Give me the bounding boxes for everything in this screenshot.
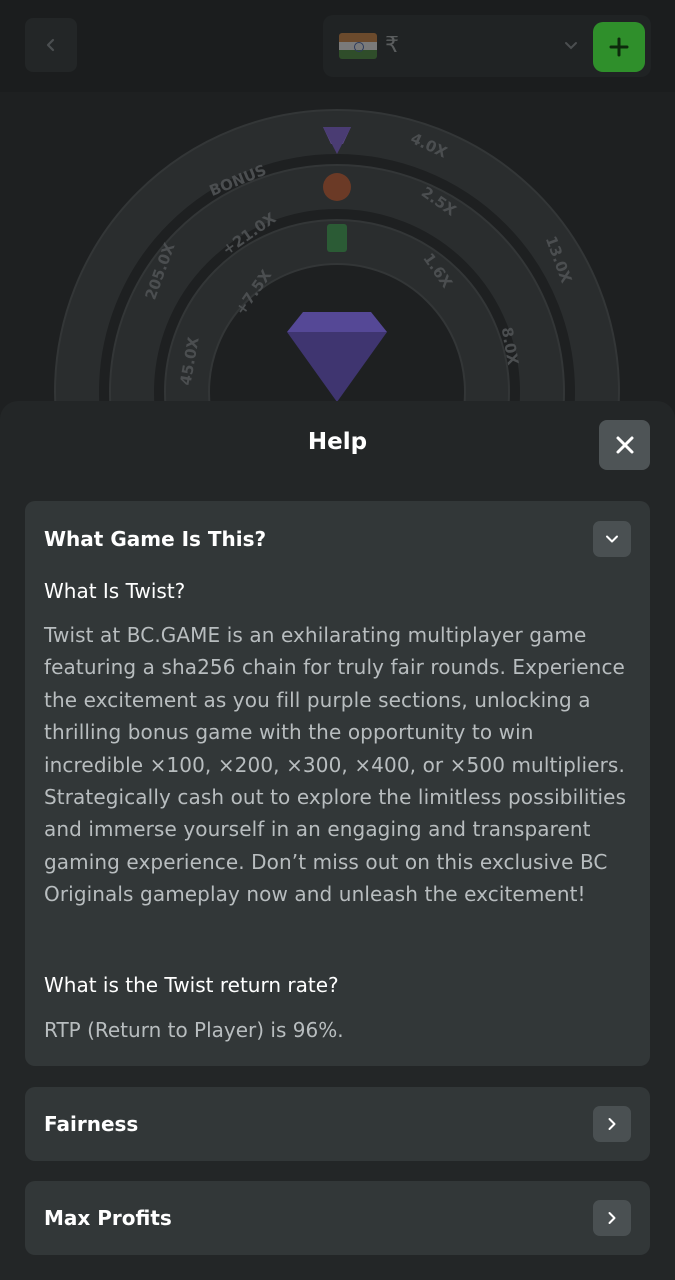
section-heading[interactable]: What Game Is This? [44, 527, 266, 551]
green-gem-icon [327, 224, 347, 252]
chevron-left-icon [46, 38, 55, 52]
close-icon [616, 436, 633, 454]
section-what-game: What Game Is This? What Is Twist? Twist … [25, 501, 650, 1066]
close-button[interactable] [599, 420, 650, 470]
question-title: What is the Twist return rate? [44, 973, 339, 997]
plus-icon [609, 37, 629, 57]
section-heading: Fairness [44, 1112, 139, 1136]
chevron-down-icon [565, 42, 577, 50]
chevron-down-icon [606, 535, 618, 543]
sheet-title: Help [307, 429, 368, 455]
red-gem-icon [323, 173, 351, 201]
collapse-button[interactable] [593, 521, 631, 557]
back-button[interactable] [25, 18, 77, 72]
diamond-icon [287, 312, 387, 402]
game-description: Twist at BC.GAME is an exhilarating mult… [44, 623, 627, 907]
expand-button[interactable] [593, 1200, 631, 1236]
game-background: ₹ BONUS 4.0X +21.0X 2.5X +7.5X 1.6X 205.… [0, 0, 675, 675]
deposit-button[interactable] [593, 22, 645, 72]
wallet-selector[interactable]: ₹ [323, 15, 651, 77]
top-bar: ₹ [0, 0, 675, 92]
chevron-right-icon [608, 1118, 616, 1130]
section-heading: Max Profits [44, 1206, 172, 1230]
expand-button[interactable] [593, 1106, 631, 1142]
rtp-answer: RTP (Return to Player) is 96%. [44, 1018, 344, 1042]
twist-wheel: BONUS 4.0X +21.0X 2.5X +7.5X 1.6X 205.0X… [25, 92, 650, 675]
help-sheet: Help What Game Is This? What Is Twist? T… [0, 401, 675, 1280]
section-max-profits[interactable]: Max Profits [25, 1181, 650, 1255]
section-fairness[interactable]: Fairness [25, 1087, 650, 1161]
question-title: What Is Twist? [44, 579, 186, 603]
currency-symbol: ₹ [385, 33, 399, 58]
india-flag-icon [339, 33, 377, 59]
chevron-right-icon [608, 1212, 616, 1224]
